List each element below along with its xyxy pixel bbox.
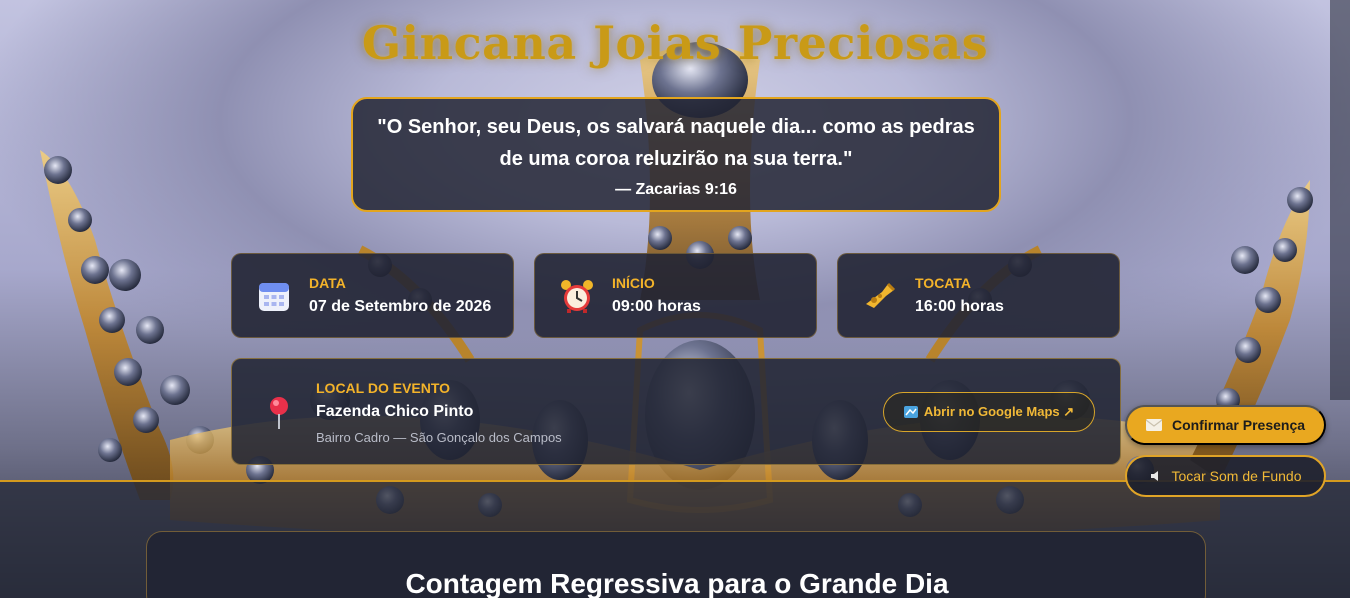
start-value: 09:00 horas (612, 298, 701, 315)
map-icon (903, 406, 918, 418)
countdown-section: Contagem Regressiva para o Grande Dia (146, 531, 1206, 598)
date-value: 07 de Setembro de 2026 (309, 298, 492, 315)
location-label: LOCAL DO EVENTO (316, 380, 451, 396)
tocata-card: TOCATA 16:00 horas (837, 253, 1120, 338)
confirm-presence-button[interactable]: Confirmar Presença (1125, 405, 1326, 445)
play-background-sound-button[interactable]: Tocar Som de Fundo (1125, 455, 1326, 497)
tocata-label: TOCATA (915, 275, 971, 291)
verse-box: "O Senhor, seu Deus, os salvará naquele … (351, 97, 1001, 212)
play-background-sound-label: Tocar Som de Fundo (1171, 468, 1302, 484)
verse-reference: — Zacarias 9:16 (615, 181, 737, 198)
map-pin-icon (270, 397, 288, 429)
page-title: Gincana Joias Preciosas (361, 16, 989, 70)
location-name: Fazenda Chico Pinto (316, 403, 474, 420)
tocata-value: 16:00 horas (915, 298, 1004, 315)
envelope-icon (1145, 419, 1162, 431)
speaker-icon (1150, 471, 1158, 481)
countdown-title: Contagem Regressiva para o Grande Dia (405, 568, 949, 598)
confirm-presence-label: Confirmar Presença (1171, 417, 1306, 433)
open-google-maps-button[interactable]: Abrir no Google Maps ↗ (883, 392, 1095, 432)
verse-text: "O Senhor, seu Deus, os salvará naquele … (377, 116, 975, 170)
start-card: INÍCIO 09:00 horas (534, 253, 817, 338)
start-label: INÍCIO (612, 275, 655, 291)
open-google-maps-label: Abrir no Google Maps ↗ (923, 404, 1075, 419)
location-card: LOCAL DO EVENTO Fazenda Chico Pinto Bair… (231, 358, 1121, 465)
trumpet-icon (866, 282, 896, 308)
location-address: Bairro Cadro — São Gonçalo dos Campos (316, 430, 562, 445)
date-card: DATA 07 de Setembro de 2026 (231, 253, 514, 338)
alarm-clock-icon (561, 280, 593, 313)
date-label: DATA (309, 275, 346, 291)
calendar-icon (259, 283, 289, 311)
